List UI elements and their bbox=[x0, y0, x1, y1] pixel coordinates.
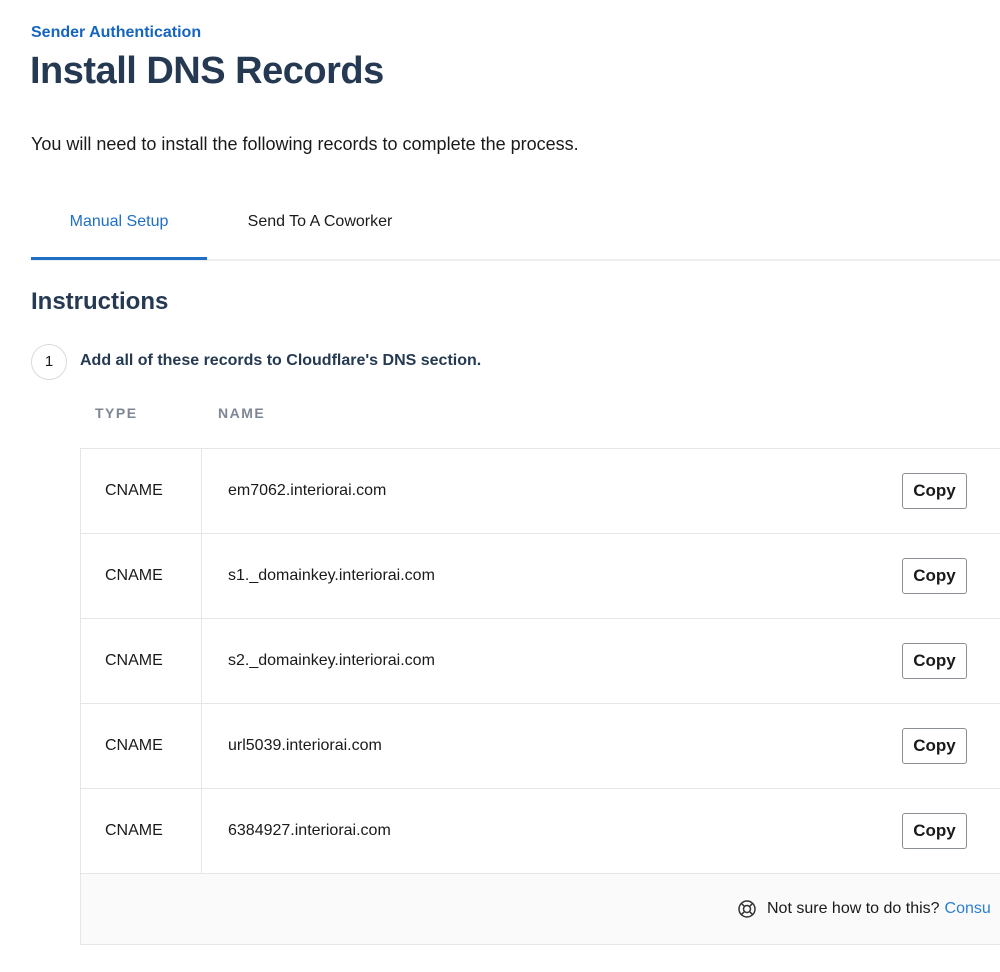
copy-button[interactable]: Copy bbox=[902, 473, 967, 509]
record-name: em7062.interiorai.com bbox=[228, 482, 387, 499]
table-row: CNAME em7062.interiorai.com Copy bbox=[81, 449, 1000, 534]
record-name: s2._domainkey.interiorai.com bbox=[228, 652, 435, 669]
page-title: Install DNS Records bbox=[30, 50, 384, 92]
table-row: CNAME url5039.interiorai.com Copy bbox=[81, 704, 1000, 789]
step-text: Add all of these records to Cloudflare's… bbox=[80, 352, 482, 369]
intro-text: You will need to install the following r… bbox=[31, 134, 579, 154]
breadcrumb: Sender Authentication bbox=[31, 24, 202, 41]
record-type: CNAME bbox=[81, 789, 202, 873]
record-type: CNAME bbox=[81, 534, 202, 618]
record-name: s1._domainkey.interiorai.com bbox=[228, 567, 435, 584]
table-footer: Not sure how to do this? Consu bbox=[81, 874, 1000, 944]
lifebuoy-icon bbox=[738, 900, 756, 918]
table-row: CNAME s1._domainkey.interiorai.com Copy bbox=[81, 534, 1000, 619]
copy-button[interactable]: Copy bbox=[902, 728, 967, 764]
table-row: CNAME 6384927.interiorai.com Copy bbox=[81, 789, 1000, 874]
tab-send-to-coworker[interactable]: Send To A Coworker bbox=[207, 198, 433, 257]
table-row: CNAME s2._domainkey.interiorai.com Copy bbox=[81, 619, 1000, 704]
column-header-type: TYPE bbox=[95, 405, 138, 421]
step-number-badge: 1 bbox=[31, 344, 67, 380]
column-header-name: NAME bbox=[218, 405, 266, 421]
tab-manual-setup[interactable]: Manual Setup bbox=[31, 198, 207, 260]
record-type: CNAME bbox=[81, 449, 202, 533]
record-type: CNAME bbox=[81, 704, 202, 788]
record-type: CNAME bbox=[81, 619, 202, 703]
record-name: url5039.interiorai.com bbox=[228, 737, 382, 754]
section-heading: Instructions bbox=[31, 288, 169, 315]
copy-button[interactable]: Copy bbox=[902, 813, 967, 849]
dns-records-table: CNAME em7062.interiorai.com Copy CNAME s1._d… bbox=[80, 448, 1000, 945]
tab-bar: Manual Setup Send To A Coworker bbox=[31, 198, 1000, 261]
help-text: Not sure how to do this? Consu bbox=[737, 874, 991, 944]
help-question: Not sure how to do this? bbox=[767, 900, 940, 917]
copy-button[interactable]: Copy bbox=[902, 558, 967, 594]
record-name: 6384927.interiorai.com bbox=[228, 822, 391, 839]
copy-button[interactable]: Copy bbox=[902, 643, 967, 679]
consult-link[interactable]: Consu bbox=[945, 874, 991, 944]
